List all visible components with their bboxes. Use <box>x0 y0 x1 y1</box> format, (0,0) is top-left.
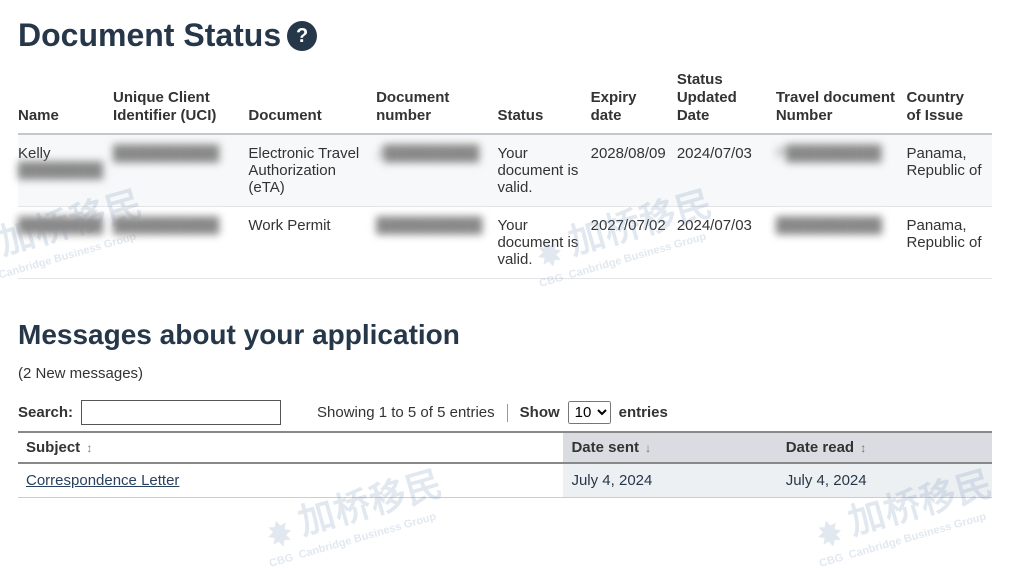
table-row: Kelly ████████ ██████████ Electronic Tra… <box>18 134 992 207</box>
entries-label: entries <box>619 404 668 421</box>
cell-status: Your document is valid. <box>497 207 590 279</box>
col-doc-number: Document number <box>376 63 497 134</box>
help-icon[interactable]: ? <box>287 21 317 51</box>
table-header-row: Name Unique Client Identifier (UCI) Docu… <box>18 63 992 134</box>
col-status: Status <box>497 63 590 134</box>
table-row: Correspondence Letter July 4, 2024 July … <box>18 463 992 498</box>
cell-country: Panama, Republic of <box>906 207 992 279</box>
col-subject[interactable]: Subject ↕ <box>18 432 563 463</box>
col-updated: Status Updated Date <box>677 63 776 134</box>
cell-travel-doc: P█████████ <box>776 134 907 207</box>
cell-subject: Correspondence Letter <box>18 463 563 498</box>
cell-name: ████████ <box>18 207 113 279</box>
showing-entries-text: Showing 1 to 5 of 5 entries <box>317 404 495 421</box>
table-header-row: Subject ↕ Date sent ↓ Date read ↕ <box>18 432 992 463</box>
cell-document: Electronic Travel Authorization (eTA) <box>248 134 376 207</box>
cell-updated: 2024/07/03 <box>677 134 776 207</box>
col-country: Country of Issue <box>906 63 992 134</box>
table-row: ████████ ██████████ Work Permit ████████… <box>18 207 992 279</box>
cell-date-sent: July 4, 2024 <box>563 463 777 498</box>
cell-expiry: 2027/07/02 <box>591 207 677 279</box>
cell-country: Panama, Republic of <box>906 134 992 207</box>
col-document: Document <box>248 63 376 134</box>
col-name: Name <box>18 63 113 134</box>
cell-doc-number: ██████████ <box>376 207 497 279</box>
sort-both-icon: ↕ <box>86 441 92 455</box>
message-link[interactable]: Correspondence Letter <box>26 472 179 489</box>
cell-name: Kelly ████████ <box>18 134 113 207</box>
cell-expiry: 2028/08/09 <box>591 134 677 207</box>
messages-new-count: (2 New messages) <box>18 365 992 382</box>
search-input[interactable] <box>81 400 281 425</box>
document-status-table: Name Unique Client Identifier (UCI) Docu… <box>18 63 992 279</box>
cell-date-read: July 4, 2024 <box>778 463 992 498</box>
document-status-title-text: Document Status <box>18 18 281 53</box>
col-uci: Unique Client Identifier (UCI) <box>113 63 248 134</box>
cell-document: Work Permit <box>248 207 376 279</box>
document-status-heading: Document Status ? <box>18 18 992 53</box>
messages-heading: Messages about your application <box>18 319 992 351</box>
cell-travel-doc: ██████████ <box>776 207 907 279</box>
cell-updated: 2024/07/03 <box>677 207 776 279</box>
entries-per-page-select[interactable]: 10 <box>568 401 611 424</box>
messages-controls: Search: Showing 1 to 5 of 5 entries Show… <box>18 400 992 425</box>
show-label: Show <box>520 404 560 421</box>
col-date-sent[interactable]: Date sent ↓ <box>563 432 777 463</box>
cell-uci: ██████████ <box>113 207 248 279</box>
cell-doc-number: J█████████ <box>376 134 497 207</box>
col-travel-doc: Travel document Number <box>776 63 907 134</box>
col-expiry: Expiry date <box>591 63 677 134</box>
search-label: Search: <box>18 404 73 421</box>
cell-status: Your document is valid. <box>497 134 590 207</box>
messages-table: Subject ↕ Date sent ↓ Date read ↕ Corres… <box>18 431 992 498</box>
sort-desc-icon: ↓ <box>645 441 651 455</box>
divider <box>507 404 508 422</box>
sort-both-icon: ↕ <box>860 441 866 455</box>
col-date-read[interactable]: Date read ↕ <box>778 432 992 463</box>
cell-uci: ██████████ <box>113 134 248 207</box>
